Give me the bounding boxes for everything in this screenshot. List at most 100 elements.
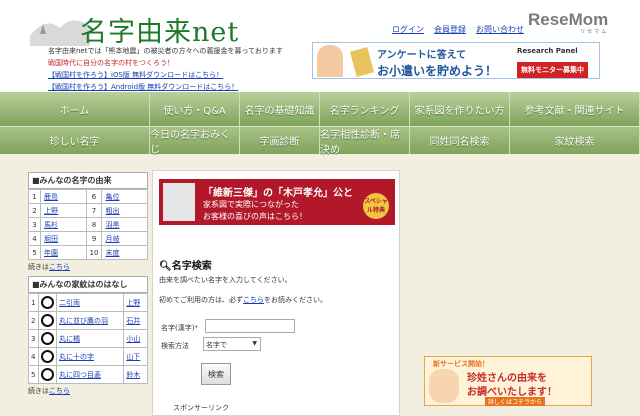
search-button[interactable]: 検索	[201, 363, 231, 385]
woman-illustration-icon	[317, 45, 343, 77]
ad-right-line2: お調べいたします！	[467, 387, 557, 398]
table-row: 2 上野 7 粗出	[28, 203, 148, 218]
crest-icon	[41, 314, 54, 327]
names-ranking-table: 1 鹿島 6 亀位 2 上野 7 粗出 3 馬杉 8 羽黒 4 堀田 9 月岐 5 年園 10 末度	[28, 189, 148, 260]
contact-link[interactable]: お問い合わせ	[476, 24, 524, 35]
name-link[interactable]: 堀田	[44, 235, 58, 243]
table-row: 5 丸に四つ目菱 鈴木	[28, 365, 148, 384]
name-link[interactable]: 年園	[44, 249, 58, 257]
crests-box-title: ■みんなの家紋はのはなし	[28, 276, 148, 293]
site-logo[interactable]: 名字由来net	[80, 10, 239, 49]
nav-ranking[interactable]: 名字ランキング	[320, 92, 410, 126]
main-nav: ホーム 使い方・Q&A 名字の基礎知識 名字ランキング 家系図を作りたい方 参考…	[0, 92, 640, 126]
table-row: 2 丸に並び鷹の羽 石井	[28, 311, 148, 330]
name-link[interactable]: 馬杉	[44, 221, 58, 229]
crest-owner-link[interactable]: 石井	[126, 317, 140, 325]
main-content: 「維新三傑」の「木戸孝允」公と 家系図で実際につながった お客様の喜びの声はこち…	[152, 170, 400, 416]
table-row: 5 年園 10 末度	[28, 245, 148, 260]
site-header: 名字由来net ログイン 会員登録 お問い合わせ ReseMom リセマム 名字…	[0, 0, 640, 92]
crest-icon	[41, 350, 54, 363]
nav-omikuji[interactable]: 今日の名字おみくじ	[150, 127, 240, 156]
kido-takayoshi-ad[interactable]: 「維新三傑」の「木戸孝允」公と 家系図で実際につながった お客様の喜びの声はこち…	[159, 179, 395, 225]
name-link[interactable]: 亀位	[105, 193, 119, 201]
name-link[interactable]: 上野	[44, 207, 58, 215]
name-link[interactable]: 月岐	[105, 235, 119, 243]
ad-right-cta: 詳しくはコチラから	[485, 397, 546, 406]
banner-line2: お小遣いを貯めよう！	[377, 64, 498, 78]
crest-icon	[41, 368, 54, 381]
chevron-down-icon: ▼	[252, 340, 257, 347]
table-row: 3 丸に橘 小山	[28, 329, 148, 348]
name-link[interactable]: 末度	[105, 249, 119, 257]
method-label: 検索方法	[161, 342, 189, 350]
table-row: 4 丸に十の字 山下	[28, 347, 148, 366]
child-illustration-icon	[429, 369, 459, 403]
notice-village[interactable]: 戦国時代に自分の名字の村をつくろう！	[48, 58, 174, 68]
nav-basics[interactable]: 名字の基礎知識	[240, 92, 320, 126]
notice-android-link[interactable]: 【戦国村を作ろう】Android版 無料ダウンロードはこちら！	[48, 82, 238, 92]
name-link[interactable]: 粗出	[105, 207, 119, 215]
ad-line1: 「維新三傑」の「木戸孝允」公と	[203, 188, 353, 199]
name-label: 名字(漢字)*	[161, 324, 198, 332]
crests-table: 1 二引両 上野 2 丸に並び鷹の羽 石井 3 丸に橘 小山 4 丸に十の字 山下 5 丸に四つ目…	[28, 293, 148, 384]
crest-link[interactable]: 丸に十の字	[59, 353, 94, 361]
table-row: 1 二引両 上野	[28, 293, 148, 312]
crest-icon	[41, 332, 54, 345]
notice-donation[interactable]: 名字由来netでは「熊本地震」の被災者の方々への義援金を募っております	[48, 46, 283, 56]
resemom-watermark: ReseMom リセマム	[528, 10, 609, 35]
ad-right-line1: 珍姓さんの由来を	[467, 373, 547, 384]
notice-ios-link[interactable]: 【戦国村を作ろう】iOS版 無料ダウンロードはこちら！	[48, 70, 223, 80]
crest-link[interactable]: 丸に橘	[59, 335, 80, 343]
search-intro: 由来を調べたい名字を入力してください。	[159, 276, 292, 284]
sub-nav: 珍しい名字 今日の名字おみくじ 字画診断 名字相性診断・席決め 同姓同名検索 家…	[0, 126, 640, 156]
portrait-image	[163, 183, 195, 221]
first-time-link[interactable]: こちら	[243, 296, 264, 304]
name-link[interactable]: 鹿島	[44, 193, 58, 201]
nav-compatibility[interactable]: 名字相性診断・席決め	[320, 127, 410, 156]
nav-rare-names[interactable]: 珍しい名字	[0, 127, 150, 154]
crests-more: 続きはこちら	[28, 387, 70, 395]
crest-owner-link[interactable]: 小山	[126, 335, 140, 343]
banner-brand: Research Panel	[517, 47, 578, 55]
login-link[interactable]: ログイン	[392, 24, 424, 35]
nav-crest-search[interactable]: 家紋検索	[510, 127, 640, 154]
rare-name-service-ad[interactable]: 新サービス開始！ 珍姓さんの由来を お調べいたします！ 詳しくはコチラから	[424, 356, 592, 406]
research-panel-banner[interactable]: アンケートに答えて お小遣いを貯めよう！ Research Panel 無料モニ…	[312, 42, 600, 79]
crest-link[interactable]: 丸に四つ目菱	[59, 371, 101, 379]
search-method-select[interactable]: 名字で ▼	[203, 337, 261, 351]
names-more-link[interactable]: こちら	[49, 263, 70, 271]
nav-home[interactable]: ホーム	[0, 92, 150, 126]
crest-icon	[41, 296, 54, 309]
crest-owner-link[interactable]: 上野	[126, 299, 140, 307]
nav-family-tree[interactable]: 家系図を作りたい方	[410, 92, 510, 126]
names-more: 続きはこちら	[28, 263, 70, 271]
table-row: 1 鹿島 6 亀位	[28, 189, 148, 204]
money-illustration-icon	[349, 47, 375, 77]
required-mark: *	[194, 324, 198, 332]
nav-references[interactable]: 参考文献・関連サイト	[510, 92, 640, 126]
register-link[interactable]: 会員登録	[434, 24, 466, 35]
names-box-title: ■みんなの名字の由来	[28, 172, 148, 189]
crest-link[interactable]: 二引両	[59, 299, 80, 307]
top-links: ログイン 会員登録 お問い合わせ	[392, 24, 524, 35]
search-title: 🔍︎名字検索	[159, 261, 212, 272]
banner-cta: 無料モニター募集中	[517, 62, 588, 78]
table-row: 3 馬杉 8 羽黒	[28, 217, 148, 232]
table-row: 4 堀田 9 月岐	[28, 231, 148, 246]
crest-link[interactable]: 丸に並び鷹の羽	[59, 317, 108, 325]
crest-owner-link[interactable]: 山下	[126, 353, 140, 361]
surname-input[interactable]	[205, 319, 295, 333]
crests-more-link[interactable]: こちら	[49, 387, 70, 395]
crest-owner-link[interactable]: 鈴木	[126, 371, 140, 379]
first-time-note: 初めてご利用の方は、必ずこちらをお読みください。	[159, 296, 327, 304]
nav-same-name-search[interactable]: 同姓同名検索	[410, 127, 510, 154]
nav-stroke-diagnosis[interactable]: 字画診断	[240, 127, 320, 154]
sidebar: ■みんなの名字の由来 1 鹿島 6 亀位 2 上野 7 粗出 3 馬杉 8 羽黒 4 堀田 9 月岐 5…	[28, 172, 148, 400]
banner-line1: アンケートに答えて	[377, 50, 467, 61]
nav-howto[interactable]: 使い方・Q&A	[150, 92, 240, 126]
ad-line3: お客様の喜びの声はこちら！	[203, 212, 307, 221]
special-badge: スペシャル特典	[363, 193, 389, 219]
ad-tagline: 新サービス開始！	[433, 360, 489, 368]
name-link[interactable]: 羽黒	[105, 221, 119, 229]
sponsored-label: スポンサーリンク	[173, 404, 229, 412]
